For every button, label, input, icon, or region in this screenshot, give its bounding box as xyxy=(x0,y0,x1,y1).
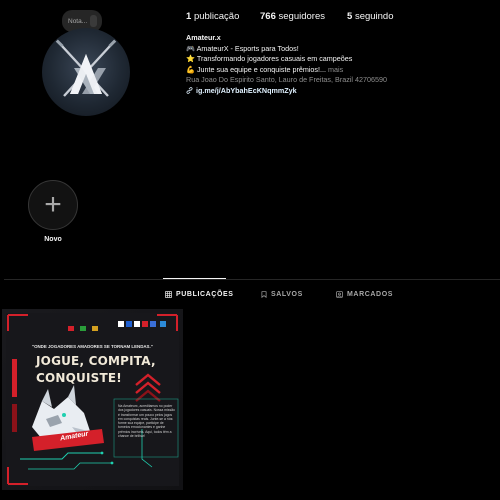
followers-label: seguidores xyxy=(278,11,325,22)
tab-saved[interactable]: SALVOS xyxy=(261,291,303,298)
note-options-icon xyxy=(90,15,97,27)
profile-bio: Amateur.x 🎮 AmateurX - Esports para Todo… xyxy=(186,33,387,96)
bio-more-link[interactable]: mais xyxy=(328,65,343,74)
link-icon xyxy=(186,87,193,95)
tab-saved-label: SALVOS xyxy=(271,291,303,298)
following-label: seguindo xyxy=(354,11,394,22)
posts-stat[interactable]: 1 publicação xyxy=(186,11,239,22)
posts-count: 1 xyxy=(186,11,192,22)
post-tagline: "ONDE JOGADORES AMADORES SE TORNAM LENDA… xyxy=(32,344,153,349)
followers-stat[interactable]: 766 seguidores xyxy=(260,11,325,22)
profile-avatar[interactable] xyxy=(42,28,130,116)
post-thumbnail[interactable]: "ONDE JOGADORES AMADORES SE TORNAM LENDA… xyxy=(2,309,183,490)
following-count: 5 xyxy=(347,11,353,22)
bio-line-2-text: Transformando jogadores casuais em campe… xyxy=(196,54,353,63)
tabs-divider xyxy=(4,279,500,280)
bio-link-text: ig.me/j/AbYbahEcKNqmmZyk xyxy=(196,85,297,95)
profile-username: Amateur.x xyxy=(186,33,221,42)
tagged-icon xyxy=(336,291,343,298)
bio-external-link[interactable]: ig.me/j/AbYbahEcKNqmmZyk xyxy=(186,86,387,97)
new-highlight-button[interactable]: + xyxy=(28,180,78,230)
bio-line-3: 💪 Junte sua equipe e conquiste prêmios!.… xyxy=(186,65,387,76)
bio-line-2: ⭐ Transformando jogadores casuais em cam… xyxy=(186,54,387,65)
tab-tagged[interactable]: MARCADOS xyxy=(336,291,393,298)
flexed-biceps-icon: 💪 xyxy=(186,64,195,74)
tab-posts-label: PUBLICAÇÕES xyxy=(176,291,234,298)
plus-icon: + xyxy=(44,188,62,221)
post-headline-line-2: CONQUISTE! xyxy=(36,371,122,385)
tab-posts[interactable]: PUBLICAÇÕES xyxy=(165,291,234,298)
followers-count: 766 xyxy=(260,11,276,22)
posts-label: publicação xyxy=(193,11,240,22)
tab-tagged-label: MARCADOS xyxy=(347,291,394,298)
gamepad-icon: 🎮 xyxy=(186,43,195,53)
bio-line-1: 🎮 AmateurX - Esports para Todos! xyxy=(186,44,387,55)
following-stat[interactable]: 5 seguindo xyxy=(347,11,394,22)
bio-line-1-text: AmateurX - Esports para Todos! xyxy=(196,43,299,53)
post-artwork xyxy=(6,313,179,486)
note-label: Nota... xyxy=(68,17,88,25)
post-headline-line-1: JOGUE, COMPITA, xyxy=(36,354,156,368)
grid-icon xyxy=(165,291,172,298)
active-tab-indicator xyxy=(163,278,226,279)
bookmark-icon xyxy=(261,291,267,298)
star-icon: ⭐ xyxy=(186,54,195,63)
amateurx-logo-icon xyxy=(55,39,117,97)
bio-line-3-text: Junte sua equipe e conquiste prêmios!... xyxy=(196,64,327,74)
post-body-text: Na Amateurx, acreditamos no poder dos jo… xyxy=(118,404,175,439)
bio-address: Rua Joao Do Espirito Santo, Lauro de Fre… xyxy=(186,75,387,84)
new-highlight-label: Novo xyxy=(44,236,62,243)
